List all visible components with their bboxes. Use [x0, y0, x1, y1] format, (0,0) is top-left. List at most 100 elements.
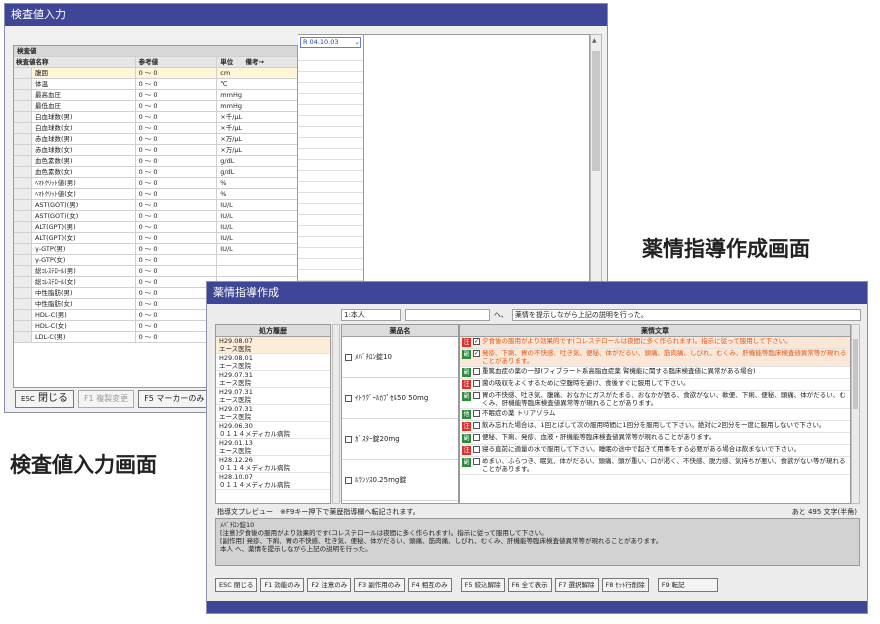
date-value-cell[interactable] — [298, 94, 363, 105]
date-value-cell[interactable] — [298, 72, 363, 83]
date-value-cell[interactable] — [298, 248, 363, 259]
date-value-cell[interactable] — [298, 160, 363, 171]
lab-row[interactable]: 最高血圧 0 ～ 0 mmHg — [14, 90, 297, 101]
message-item[interactable]: 副 重篤血症の薬の一部(フィブラート系高脂血症薬 腎機能に関する臨床検査値に異常が… — [460, 367, 850, 379]
drug-item[interactable]: ｶﾞｽﾀｰ錠20mg — [342, 419, 458, 460]
drug-checkbox[interactable] — [345, 353, 352, 361]
message-checkbox[interactable] — [473, 458, 480, 465]
lab-row[interactable]: 白血球数(女) 0 ～ 0 ×千/μL — [14, 123, 297, 134]
date-value-cell[interactable] — [298, 105, 363, 116]
date-value-cell[interactable] — [298, 237, 363, 248]
history-item[interactable]: H29.01.13 エース医院 — [216, 439, 330, 456]
message-checkbox[interactable] — [473, 410, 480, 417]
date-value-cell[interactable] — [298, 171, 363, 182]
scroll-thumb[interactable] — [592, 51, 600, 171]
message-item[interactable]: 注 菌の吸収をよくするために空腹時を避け、食後すぐに服用して下さい。 — [460, 379, 850, 391]
drug-checkbox[interactable] — [345, 435, 352, 443]
date-value-cell[interactable] — [298, 204, 363, 215]
message-checkbox[interactable] — [473, 446, 480, 453]
date-value-cell[interactable] — [298, 83, 363, 94]
lab-row[interactable]: 血色素数(女) 0 ～ 0 g/dL — [14, 167, 297, 178]
history-item[interactable]: H29.07.31 エース医院 — [216, 405, 330, 422]
deselect-button[interactable]: F7 選択解除 — [554, 578, 599, 592]
date-value-cell[interactable] — [298, 193, 363, 204]
message-item[interactable]: 他 不眠症の薬 トリアゾラム — [460, 409, 850, 421]
lab-row[interactable]: γ-GTP(女) 0 ～ 0 — [14, 255, 297, 266]
history-item[interactable]: H29.07.31 エース医院 — [216, 388, 330, 405]
history-item[interactable]: H29.06.30 ０１１４メディカル病院 — [216, 422, 330, 439]
marker-only-button[interactable]: F5 マーカーのみ — [138, 390, 211, 408]
lab-row[interactable]: ALT(GPT)(男) 0 ～ 0 IU/L — [14, 222, 297, 233]
date-value-cell[interactable] — [298, 149, 363, 160]
message-item[interactable]: 副 めまい、ふらつき、眠気、体がだるい、頭痛、頭が重い、口が渇く、不快感、脱力感、… — [460, 457, 850, 475]
show-all-button[interactable]: F6 全て表示 — [507, 578, 552, 592]
efficacy-only-button[interactable]: F1 効能のみ — [260, 578, 305, 592]
lab-row[interactable]: 赤血球数(男) 0 ～ 0 ×万/μL — [14, 134, 297, 145]
message-item[interactable]: 副 便秘、下痢、発疹、血液・肝機能等臨床検査値異常等が現れることがあります。 — [460, 433, 850, 445]
lab-close-button[interactable]: ESC 閉じる — [15, 390, 74, 408]
scroll-up-icon[interactable]: ▲ — [592, 37, 597, 44]
delete-set-row-button[interactable]: F8 ｾｯﾄ行削除 — [601, 578, 649, 592]
caution-only-button[interactable]: F2 注意のみ — [307, 578, 352, 592]
drug-item[interactable]: ｲﾄﾗｸﾞｰﾙｶﾌﾟｾﾙ50 50mg — [342, 378, 458, 419]
date-value-cell[interactable] — [298, 127, 363, 138]
message-checkbox[interactable] — [473, 434, 480, 441]
transcribe-button[interactable]: F9 転記 — [657, 578, 718, 592]
sentence-field[interactable]: 薬情を提示しながら上記の説明を行った。 — [511, 309, 861, 321]
message-checkbox[interactable] — [473, 422, 480, 429]
lab-row[interactable]: γ-GTP(男) 0 ～ 0 IU/L — [14, 244, 297, 255]
guidance-close-button[interactable]: ESC 閉じる — [215, 578, 258, 592]
history-scrollbar[interactable] — [332, 324, 340, 504]
date-value-cell[interactable] — [298, 226, 363, 237]
duplicate-change-button[interactable]: F1 複製変更 — [77, 390, 135, 408]
interaction-only-button[interactable]: F4 相互のみ — [407, 578, 452, 592]
message-item[interactable]: 副 胃の不快感、吐き気、腹痛、おなかにガスがたまる、おなかが張る、食欲がない、軟便… — [460, 391, 850, 409]
history-item[interactable]: H28.12.26 ０１１４メディカル病院 — [216, 456, 330, 473]
lab-row[interactable]: 白血球数(男) 0 ～ 0 ×千/μL — [14, 112, 297, 123]
clear-filter-button[interactable]: F5 絞込解除 — [460, 578, 505, 592]
date-value-cell[interactable] — [298, 182, 363, 193]
message-checkbox[interactable]: ✓ — [473, 350, 480, 357]
date-value-cell[interactable] — [298, 116, 363, 127]
lab-row[interactable]: 最低血圧 0 ～ 0 mmHg — [14, 101, 297, 112]
date-value-cell[interactable] — [298, 138, 363, 149]
lab-row[interactable]: AST(GOT)(女) 0 ～ 0 IU/L — [14, 211, 297, 222]
drug-checkbox[interactable] — [345, 476, 352, 484]
message-scrollbar[interactable] — [851, 324, 860, 504]
history-item[interactable]: H29.08.01 エース医院 — [216, 354, 330, 371]
lab-row[interactable]: 体温 0 ～ 0 ℃ — [14, 79, 297, 90]
date-value-cell[interactable] — [298, 259, 363, 270]
message-checkbox[interactable] — [473, 392, 480, 399]
lab-row[interactable]: AST(GOT)(男) 0 ～ 0 IU/L — [14, 200, 297, 211]
message-item[interactable]: 副 ✓ 発疹、下痢、胃の不快感、吐き気、便秘、体がだるい、頭痛、筋肉痛、しびれ、むく… — [460, 349, 850, 367]
date-value-cell[interactable] — [298, 215, 363, 226]
date-value-cell[interactable] — [298, 61, 363, 72]
history-item[interactable]: H28.10.07 ０１１４メディカル病院 — [216, 473, 330, 490]
message-scroll-thumb[interactable] — [853, 339, 858, 409]
drug-item[interactable]: ﾒﾊﾞﾁﾛﾝ錠10 — [342, 337, 458, 378]
lab-row[interactable]: ALT(GPT)(女) 0 ～ 0 IU/L — [14, 233, 297, 244]
date-select[interactable]: R 04.10.03 ⌄ — [300, 37, 361, 48]
preview-text-area[interactable]: ﾒﾊﾞﾁﾛﾝ錠10 [注意]夕食後の服用がより効果的です(コレステロールは夜間に多… — [215, 518, 860, 566]
lab-row[interactable]: ﾍﾏﾄｸﾘｯﾄ値(女) 0 ～ 0% — [14, 189, 297, 200]
message-checkbox[interactable]: ✓ — [473, 338, 480, 345]
message-checkbox[interactable] — [473, 368, 480, 375]
message-checkbox[interactable] — [473, 380, 480, 387]
lab-row[interactable]: 赤血球数(女) 0 ～ 0 ×万/μL — [14, 145, 297, 156]
history-item[interactable]: H29.07.31 エース医院 — [216, 371, 330, 388]
date-value-cell[interactable] — [298, 50, 363, 61]
lab-row[interactable]: 総ｺﾚｽﾃﾛｰﾙ(男) 0 ～ 0 — [14, 266, 297, 277]
recipient-extra-field[interactable] — [404, 309, 490, 321]
message-item[interactable]: 注 寝る直前に適量の水で服用して下さい。睡眠の途中で起きて用事をする必要がある場合… — [460, 445, 850, 457]
drug-item[interactable]: ﾙﾗﾝｿｽ0.25mg錠 — [342, 460, 458, 501]
side-effect-only-button[interactable]: F3 副作用のみ — [354, 578, 405, 592]
recipient-field[interactable]: 1:本人 — [341, 309, 401, 321]
lab-row[interactable]: 血色素数(男) 0 ～ 0 g/dL — [14, 156, 297, 167]
lab-row[interactable]: ﾍﾏﾄｸﾘｯﾄ値(男) 0 ～ 0% — [14, 178, 297, 189]
drug-checkbox[interactable] — [345, 394, 352, 402]
message-item[interactable]: 注 飲み忘れた場合は、1回とばして次の服用時間に1回分を服用して下さい。絶対に2回… — [460, 421, 850, 433]
message-item[interactable]: 注 ✓ 夕食後の服用がより効果的です(コレステロールは夜間に多く作られます)。指示に… — [460, 337, 850, 349]
lab-row[interactable]: 腹囲 0 ～ 0 cm — [14, 68, 297, 79]
history-item[interactable]: H29.08.07 エース医院 — [216, 337, 330, 354]
date-value-cell[interactable] — [298, 270, 363, 281]
